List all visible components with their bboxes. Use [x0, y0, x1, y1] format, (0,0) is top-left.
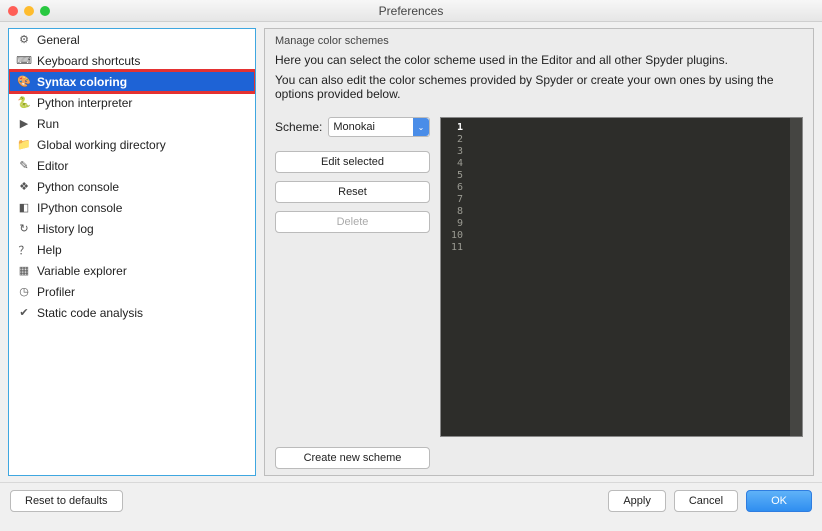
line-number: 11: [445, 242, 463, 254]
sidebar-item-python-interpreter[interactable]: 🐍 Python interpreter: [9, 92, 255, 113]
sidebar-item-label: Help: [37, 243, 62, 257]
folder-icon: 📁: [17, 138, 31, 152]
reset-button[interactable]: Reset: [275, 181, 430, 203]
sidebar-item-profiler[interactable]: ◷ Profiler: [9, 281, 255, 302]
sidebar-item-label: General: [37, 33, 80, 47]
sidebar-item-editor[interactable]: ✎ Editor: [9, 155, 255, 176]
sidebar-item-label: Keyboard shortcuts: [37, 54, 140, 68]
sidebar-item-static-code-analysis[interactable]: ✔ Static code analysis: [9, 302, 255, 323]
sidebar-item-syntax-coloring[interactable]: 🎨 Syntax coloring: [9, 71, 255, 92]
help-icon: ？: [17, 243, 31, 257]
line-number: 9: [445, 218, 463, 230]
line-number: 1: [445, 122, 463, 134]
sidebar-item-label: Syntax coloring: [37, 75, 127, 89]
clock-icon: ◷: [17, 285, 31, 299]
python-icon: 🐍: [17, 96, 31, 110]
sidebar-item-label: Static code analysis: [37, 306, 143, 320]
line-number: 2: [445, 134, 463, 146]
history-icon: ↻: [17, 222, 31, 236]
sidebar-item-help[interactable]: ？ Help: [9, 239, 255, 260]
sidebar-item-label: Python interpreter: [37, 96, 132, 110]
window-title: Preferences: [0, 4, 822, 18]
sidebar-item-run[interactable]: ▶ Run: [9, 113, 255, 134]
python-console-icon: ❖: [17, 180, 31, 194]
scrollbar[interactable]: [790, 118, 802, 436]
table-icon: ▦: [17, 264, 31, 278]
sidebar-item-label: IPython console: [37, 201, 122, 215]
line-number: 7: [445, 194, 463, 206]
keyboard-icon: ⌨: [17, 54, 31, 68]
syntax-coloring-panel: Manage color schemes Here you can select…: [264, 28, 814, 476]
preferences-sidebar: ⚙ General ⌨ Keyboard shortcuts 🎨 Syntax color…: [8, 28, 256, 476]
scheme-preview: 1234567891011: [440, 117, 803, 437]
apply-button[interactable]: Apply: [608, 490, 666, 512]
sidebar-item-label: Run: [37, 117, 59, 131]
create-new-scheme-button[interactable]: Create new scheme: [275, 447, 430, 469]
reset-defaults-button[interactable]: Reset to defaults: [10, 490, 123, 512]
line-number: 5: [445, 170, 463, 182]
pencil-icon: ✎: [17, 159, 31, 173]
sidebar-item-label: Variable explorer: [37, 264, 127, 278]
line-number: 10: [445, 230, 463, 242]
dialog-footer: Reset to defaults Apply Cancel OK: [0, 482, 822, 518]
sidebar-item-variable-explorer[interactable]: ▦ Variable explorer: [9, 260, 255, 281]
palette-icon: 🎨: [17, 75, 31, 89]
sidebar-item-label: History log: [37, 222, 94, 236]
sidebar-item-general[interactable]: ⚙ General: [9, 29, 255, 50]
sidebar-item-ipython-console[interactable]: ◧ IPython console: [9, 197, 255, 218]
sidebar-item-label: Editor: [37, 159, 68, 173]
scheme-select[interactable]: Monokai ⌄: [328, 117, 430, 137]
line-number: 4: [445, 158, 463, 170]
panel-desc-1: Here you can select the color scheme use…: [275, 53, 803, 67]
line-number: 3: [445, 146, 463, 158]
delete-button[interactable]: Delete: [275, 211, 430, 233]
sidebar-item-label: Python console: [37, 180, 119, 194]
sidebar-item-history-log[interactable]: ↻ History log: [9, 218, 255, 239]
sidebar-item-keyboard-shortcuts[interactable]: ⌨ Keyboard shortcuts: [9, 50, 255, 71]
titlebar: Preferences: [0, 0, 822, 22]
sidebar-item-python-console[interactable]: ❖ Python console: [9, 176, 255, 197]
sidebar-item-label: Profiler: [37, 285, 75, 299]
cancel-button[interactable]: Cancel: [674, 490, 738, 512]
edit-selected-button[interactable]: Edit selected: [275, 151, 430, 173]
line-number: 8: [445, 206, 463, 218]
sidebar-item-label: Global working directory: [37, 138, 166, 152]
ipython-icon: ◧: [17, 201, 31, 215]
checklist-icon: ✔: [17, 306, 31, 320]
play-icon: ▶: [17, 117, 31, 131]
line-number: 6: [445, 182, 463, 194]
ok-button[interactable]: OK: [746, 490, 812, 512]
panel-desc-2: You can also edit the color schemes prov…: [275, 73, 803, 101]
gear-icon: ⚙: [17, 33, 31, 47]
scheme-label: Scheme:: [275, 120, 322, 134]
sidebar-item-global-working-directory[interactable]: 📁 Global working directory: [9, 134, 255, 155]
scheme-value: Monokai: [333, 121, 375, 133]
chevron-up-down-icon: ⌄: [413, 118, 429, 136]
panel-title: Manage color schemes: [275, 35, 803, 47]
